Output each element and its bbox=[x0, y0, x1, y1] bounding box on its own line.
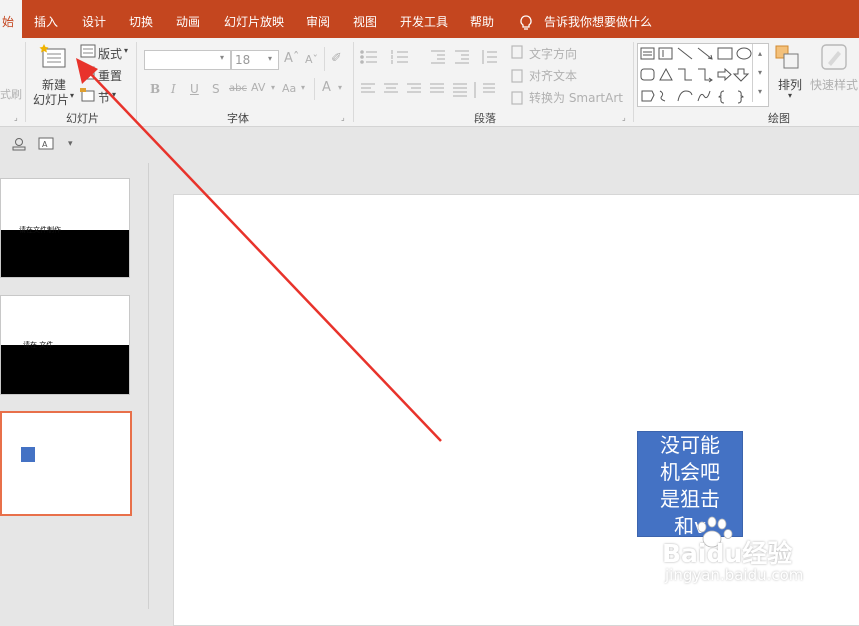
tab-insert[interactable]: 插入 bbox=[34, 0, 58, 38]
shrink-font-icon[interactable]: Aˇ bbox=[305, 53, 318, 66]
layout-button[interactable]: 版式 bbox=[98, 45, 122, 62]
customize-toolbar-icon[interactable]: ▾ bbox=[68, 139, 73, 149]
section-icon bbox=[80, 88, 95, 102]
chevron-down-icon[interactable]: ▾ bbox=[271, 83, 275, 92]
font-size-combobox[interactable]: 18 ▾ bbox=[231, 50, 279, 70]
tell-me-search[interactable]: 告诉我你想要做什么 bbox=[544, 0, 652, 38]
thumbnail-textbox bbox=[21, 447, 35, 462]
textbox-line: 机会吧 bbox=[660, 460, 720, 484]
watermark-url: jingyan.baidu.com bbox=[665, 566, 804, 584]
textbox-icon[interactable]: A bbox=[38, 136, 54, 152]
dialog-launcher-icon[interactable]: ⌟ bbox=[622, 113, 626, 122]
chevron-down-icon[interactable]: ▾ bbox=[788, 91, 792, 100]
font-name-combobox[interactable] bbox=[144, 50, 231, 70]
shapes-gallery-icons bbox=[640, 47, 752, 104]
dialog-launcher-icon[interactable]: ⌟ bbox=[14, 113, 18, 122]
slide-thumbnail-1[interactable]: 请在文件制作 bbox=[0, 178, 130, 278]
chevron-down-icon[interactable]: ▾ bbox=[220, 53, 224, 62]
new-slide-icon[interactable] bbox=[38, 43, 68, 73]
separator bbox=[136, 42, 137, 122]
slide-thumbnail-3-selected[interactable] bbox=[0, 411, 132, 516]
clear-formatting-icon[interactable]: ✐ bbox=[331, 51, 342, 66]
chevron-down-icon[interactable]: ▾ bbox=[112, 90, 116, 99]
separator bbox=[633, 42, 634, 122]
paragraph-group-label: 段落 bbox=[474, 112, 496, 125]
drawing-group-label: 绘图 bbox=[768, 112, 790, 125]
tab-transitions[interactable]: 切换 bbox=[129, 0, 153, 38]
tab-design[interactable]: 设计 bbox=[82, 0, 106, 38]
underline-icon[interactable]: U bbox=[190, 82, 199, 96]
lightbulb-icon bbox=[520, 15, 532, 30]
shadow-icon[interactable]: S bbox=[212, 82, 220, 96]
tab-animations[interactable]: 动画 bbox=[176, 0, 200, 38]
font-color-icon[interactable]: A bbox=[322, 80, 331, 95]
chevron-down-icon[interactable]: ▾ bbox=[124, 46, 128, 55]
slide-thumbnail-2[interactable]: 请在 文件 bbox=[0, 295, 130, 395]
new-slide-label-2[interactable]: 幻灯片 bbox=[33, 91, 69, 108]
font-group-label: 字体 bbox=[227, 112, 249, 125]
chevron-down-icon[interactable]: ▾ bbox=[301, 83, 305, 92]
presenter-icon[interactable] bbox=[11, 136, 27, 152]
thumbnail-caption: 请在文件制作 bbox=[19, 226, 61, 234]
section-button[interactable]: 节 bbox=[98, 89, 110, 106]
quick-styles-button[interactable]: 快速样式 bbox=[810, 76, 858, 93]
quick-styles-icon[interactable] bbox=[820, 43, 850, 73]
format-painter-label[interactable]: 式刷 bbox=[0, 86, 22, 102]
tab-home[interactable]: 始 bbox=[0, 0, 22, 38]
textbox-line: 是狙击 bbox=[660, 487, 720, 511]
separator bbox=[25, 42, 26, 122]
strikethrough-icon[interactable]: abc bbox=[229, 83, 247, 94]
arrange-icon[interactable] bbox=[773, 43, 803, 73]
tab-developer[interactable]: 开发工具 bbox=[400, 0, 448, 38]
separator bbox=[324, 47, 325, 71]
convert-smartart-button[interactable]: 转换为 SmartArt bbox=[529, 89, 623, 106]
thumbnail-black-band bbox=[1, 345, 129, 394]
ribbon: 式刷 ⌟ 新建 幻灯片 ▾ 版式 ▾ 重置 节 ▾ 幻灯片 ▾ 18 ▾ Aˆ … bbox=[0, 38, 859, 127]
grow-font-icon[interactable]: Aˆ bbox=[284, 51, 299, 66]
watermark-brand: Baidu经验 bbox=[662, 539, 793, 568]
slides-group-label: 幻灯片 bbox=[66, 112, 99, 125]
separator bbox=[353, 42, 354, 122]
tab-slideshow[interactable]: 幻灯片放映 bbox=[224, 0, 284, 38]
change-case-icon[interactable]: Aa bbox=[282, 82, 296, 95]
reset-icon bbox=[81, 66, 95, 80]
chevron-down-icon[interactable]: ▾ bbox=[70, 91, 74, 100]
text-direction-button[interactable]: 文字方向 bbox=[529, 45, 577, 62]
dialog-launcher-icon[interactable]: ⌟ bbox=[341, 113, 345, 122]
thumbnail-black-band bbox=[1, 230, 129, 277]
gallery-scroll[interactable]: ▴ ▾ ▾ bbox=[752, 44, 767, 102]
tab-view[interactable]: 视图 bbox=[353, 0, 377, 38]
tab-review[interactable]: 审阅 bbox=[306, 0, 330, 38]
italic-icon[interactable]: I bbox=[171, 82, 176, 96]
chevron-down-icon[interactable]: ▾ bbox=[338, 83, 342, 92]
textbox-line: 没可能 bbox=[660, 433, 720, 457]
bold-icon[interactable]: B bbox=[150, 82, 160, 96]
tab-help[interactable]: 帮助 bbox=[470, 0, 494, 38]
font-size-value: 18 bbox=[235, 53, 251, 67]
thumbnail-caption: 请在 文件 bbox=[23, 341, 54, 349]
character-spacing-icon[interactable]: AV bbox=[251, 81, 265, 94]
align-text-button[interactable]: 对齐文本 bbox=[529, 67, 577, 84]
quick-access-bar: A ▾ bbox=[0, 127, 859, 163]
ribbon-tab-bar: 始 插入 设计 切换 动画 幻灯片放映 审阅 视图 开发工具 帮助 告诉我你想要… bbox=[0, 0, 859, 38]
layout-icon bbox=[80, 44, 96, 58]
svg-text:A: A bbox=[42, 140, 48, 149]
chevron-down-icon: ▾ bbox=[268, 54, 273, 63]
separator bbox=[314, 78, 315, 100]
reset-button[interactable]: 重置 bbox=[98, 67, 122, 84]
shapes-gallery[interactable] bbox=[637, 43, 769, 107]
